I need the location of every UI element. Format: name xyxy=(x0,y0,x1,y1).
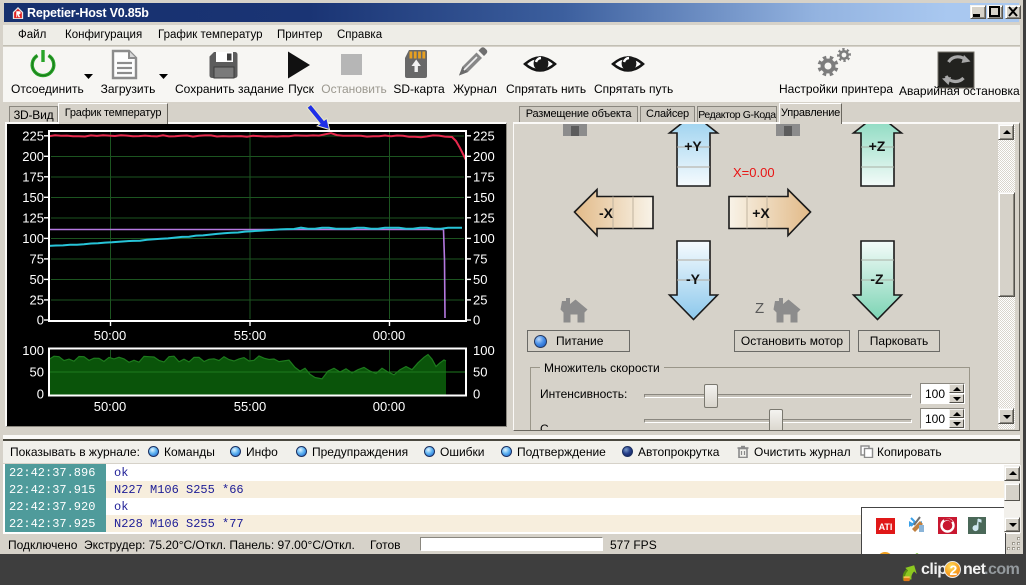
svg-text:100: 100 xyxy=(473,231,495,246)
svg-text:-Z: -Z xyxy=(870,271,884,287)
svg-text:25: 25 xyxy=(30,292,44,307)
svg-text:00:00: 00:00 xyxy=(373,399,406,414)
svg-text:55:00: 55:00 xyxy=(234,328,267,343)
svg-text:200: 200 xyxy=(22,149,44,164)
svg-text:50: 50 xyxy=(473,365,487,380)
svg-text:ATI: ATI xyxy=(879,522,893,532)
svg-text:0: 0 xyxy=(473,313,480,328)
svg-text:75: 75 xyxy=(473,251,487,266)
svg-text:-X: -X xyxy=(599,205,614,221)
svg-text:-Y: -Y xyxy=(686,271,701,287)
svg-text:50: 50 xyxy=(30,272,44,287)
svg-text:55:00: 55:00 xyxy=(234,399,267,414)
svg-text:200: 200 xyxy=(473,149,495,164)
svg-text:25: 25 xyxy=(473,292,487,307)
svg-text:175: 175 xyxy=(22,169,44,184)
svg-text:100: 100 xyxy=(22,231,44,246)
svg-text:+Z: +Z xyxy=(869,138,886,154)
svg-text:50: 50 xyxy=(30,365,44,380)
svg-text:Z: Z xyxy=(755,300,764,317)
svg-text:X=0.00: X=0.00 xyxy=(733,165,775,180)
svg-text:100: 100 xyxy=(22,343,44,358)
svg-text:225: 225 xyxy=(22,128,44,143)
svg-text:00:00: 00:00 xyxy=(373,328,406,343)
svg-text:50: 50 xyxy=(473,272,487,287)
svg-text:125: 125 xyxy=(473,210,495,225)
svg-text:0: 0 xyxy=(37,313,44,328)
svg-text:0: 0 xyxy=(473,387,480,402)
svg-text:175: 175 xyxy=(473,169,495,184)
svg-text:125: 125 xyxy=(22,210,44,225)
svg-text:150: 150 xyxy=(22,190,44,205)
svg-text:150: 150 xyxy=(473,190,495,205)
svg-text:50:00: 50:00 xyxy=(94,328,127,343)
svg-text:+Y: +Y xyxy=(684,138,702,154)
svg-text:225: 225 xyxy=(473,128,495,143)
svg-text:75: 75 xyxy=(30,251,44,266)
svg-text:50:00: 50:00 xyxy=(94,399,127,414)
svg-text:100: 100 xyxy=(473,343,495,358)
svg-text:+X: +X xyxy=(752,205,770,221)
svg-text:0: 0 xyxy=(37,387,44,402)
